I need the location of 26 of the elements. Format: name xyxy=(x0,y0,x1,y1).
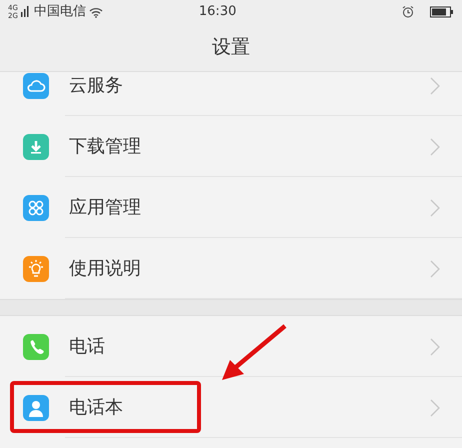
alarm-icon xyxy=(402,6,414,18)
chevron-right-icon xyxy=(430,338,440,356)
carrier-name: 中国电信 xyxy=(34,3,86,22)
wifi-icon xyxy=(88,6,103,18)
signal-icon xyxy=(20,6,30,18)
clock-time: 16:30 xyxy=(198,3,236,22)
battery-icon xyxy=(430,6,454,18)
row-label: 电话本 xyxy=(69,396,124,420)
chevron-right-icon xyxy=(430,76,440,94)
settings-row[interactable]: 电话 xyxy=(0,316,462,377)
row-label: 下载管理 xyxy=(69,135,142,159)
chevron-right-icon xyxy=(430,138,440,156)
annotation-arrow xyxy=(222,324,286,380)
settings-row[interactable]: 云服务 xyxy=(0,72,462,116)
row-label: 电话 xyxy=(69,335,106,359)
chevron-right-icon xyxy=(430,398,440,416)
row-label: 使用说明 xyxy=(69,257,142,281)
settings-row[interactable]: 电话本 xyxy=(0,377,462,438)
settings-row[interactable]: 应用管理 xyxy=(0,177,462,238)
page-title: 设置 xyxy=(212,35,250,60)
settings-row[interactable]: 使用说明 xyxy=(0,238,462,299)
chevron-right-icon xyxy=(430,198,440,216)
row-label: 云服务 xyxy=(69,74,124,98)
settings-row[interactable]: 下载管理 xyxy=(0,116,462,177)
chevron-right-icon xyxy=(430,260,440,278)
row-label: 应用管理 xyxy=(69,196,142,220)
